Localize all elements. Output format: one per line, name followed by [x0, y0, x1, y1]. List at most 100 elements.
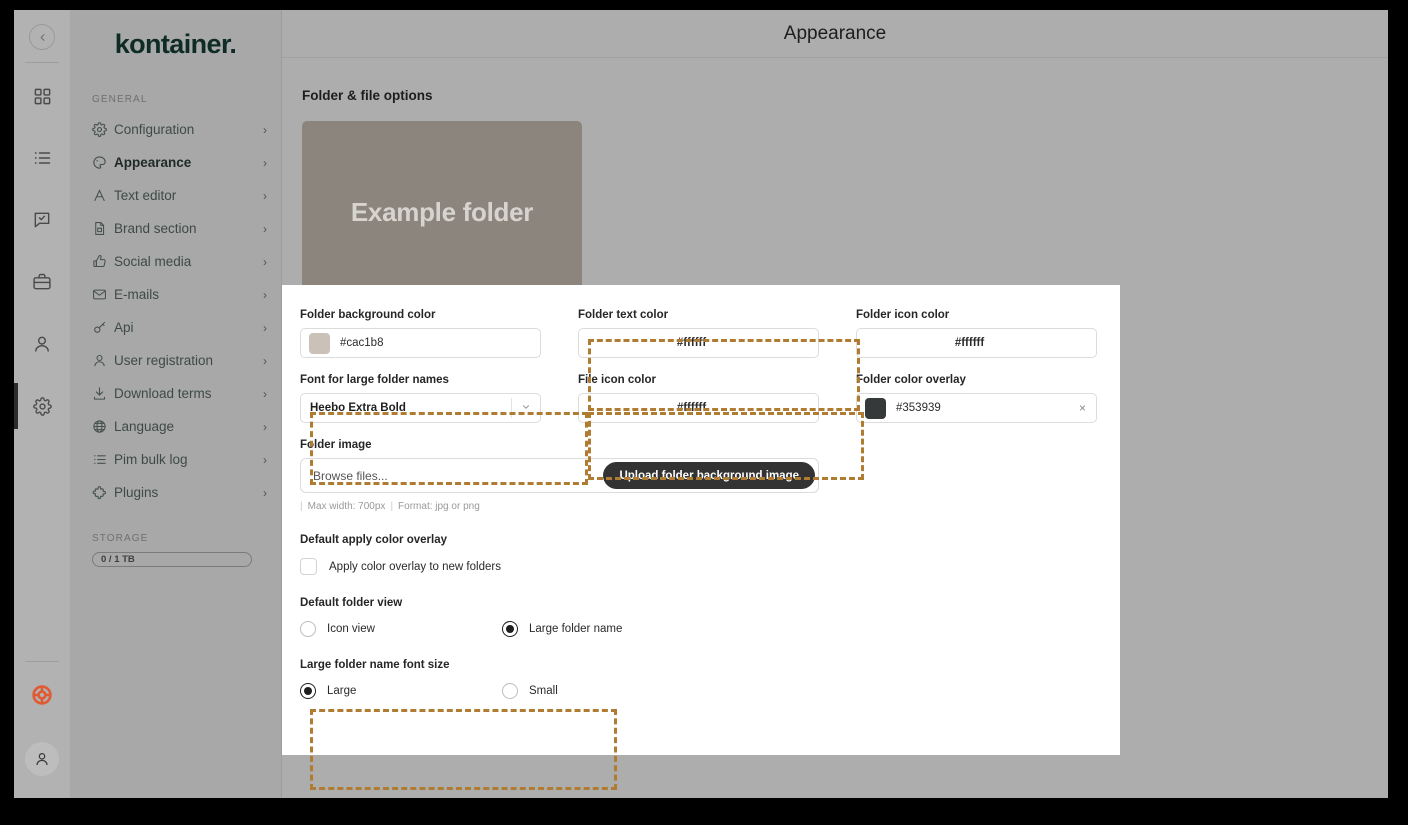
rail-item-help[interactable] [14, 664, 70, 726]
chat-check-icon [34, 212, 50, 228]
large-folder-name-font-size-options: Large Small [282, 671, 1120, 699]
sidebar-item-configuration[interactable]: Configuration › [70, 113, 281, 146]
sidebar-item-label: Brand section [114, 221, 197, 236]
storage-label: STORAGE [92, 533, 149, 544]
avatar[interactable] [25, 742, 59, 776]
rail-item-users[interactable] [14, 313, 70, 375]
sidebar-item-pim-bulk-log[interactable]: Pim bulk log › [70, 443, 281, 476]
lifebuoy-icon [32, 685, 52, 705]
sidebar-item-download-terms[interactable]: Download terms › [70, 377, 281, 410]
field-folder-text-color: Folder text color #ffffff [578, 309, 819, 374]
puzzle-icon [92, 485, 114, 501]
font-select[interactable]: Heebo Extra Bold [300, 393, 541, 423]
radio-label: Icon view [327, 623, 375, 635]
default-folder-view-title: Default folder view [300, 597, 403, 609]
section-title: Folder & file options [302, 88, 433, 103]
radio-label: Small [529, 685, 558, 697]
user-icon [92, 353, 114, 368]
nav-group-label: GENERAL [92, 94, 148, 105]
sidebar-item-appearance[interactable]: Appearance › [70, 146, 281, 179]
rail-item-settings[interactable] [14, 375, 70, 437]
chevron-right-icon: › [263, 188, 267, 203]
field-folder-image: Folder image Browse files... Upload fold… [282, 439, 1120, 512]
sidebar-item-emails[interactable]: E-mails › [70, 278, 281, 311]
file-icon-color-input[interactable]: #ffffff [578, 393, 819, 423]
folder-icon-color-input[interactable]: #ffffff [856, 328, 1097, 358]
field-label: Folder icon color [856, 309, 950, 321]
color-value: #cac1b8 [340, 337, 384, 349]
field-label: Folder color overlay [856, 374, 966, 386]
radio-option-icon-view[interactable]: Icon view [300, 621, 502, 637]
chevron-right-icon: › [263, 287, 267, 302]
browse-files-input[interactable]: Browse files... [313, 469, 603, 483]
file-hint: | Max width: 700px | Format: jpg or png [300, 501, 1102, 512]
color-value: #353939 [896, 402, 941, 414]
radio-option-large-folder-name[interactable]: Large folder name [502, 621, 704, 637]
chevron-right-icon: › [263, 155, 267, 170]
storage-block: STORAGE 0 / 1 TB [70, 509, 281, 567]
radio-icon[interactable] [300, 621, 316, 637]
folder-text-color-input[interactable]: #ffffff [578, 328, 819, 358]
color-swatch[interactable] [309, 332, 330, 354]
gear-icon [32, 396, 52, 416]
hint-max-width: Max width: 700px [307, 501, 386, 512]
field-folder-icon-color: Folder icon color #ffffff [856, 309, 1097, 374]
sidebar-item-label: Social media [114, 254, 192, 269]
collapse-sidebar-button[interactable] [29, 24, 55, 50]
field-label: File icon color [578, 374, 656, 386]
apply-color-overlay-checkbox-row[interactable]: Apply color overlay to new folders [282, 546, 1120, 575]
default-apply-color-overlay-title: Default apply color overlay [300, 534, 447, 546]
rail-item-portal[interactable] [14, 251, 70, 313]
hint-separator: | [390, 501, 394, 512]
storage-value: 0 / 1 TB [101, 554, 135, 565]
radio-option-large[interactable]: Large [300, 683, 502, 699]
sidebar-item-label: Download terms [114, 386, 212, 401]
chevron-right-icon: › [263, 221, 267, 236]
folder-background-color-input[interactable]: #cac1b8 [300, 328, 541, 358]
color-value: #ffffff [676, 402, 707, 414]
envelope-icon [92, 287, 114, 302]
default-folder-view-options: Icon view Large folder name [282, 609, 1120, 637]
user-icon [35, 336, 49, 352]
chevron-right-icon: › [263, 122, 267, 137]
sidebar-item-plugins[interactable]: Plugins › [70, 476, 281, 509]
storage-bar: 0 / 1 TB [92, 552, 252, 567]
sidebar-item-social-media[interactable]: Social media › [70, 245, 281, 278]
sidebar-item-api[interactable]: Api › [70, 311, 281, 344]
palette-icon [92, 155, 114, 170]
file-picker[interactable]: Browse files... Upload folder background… [300, 458, 819, 493]
sidebar-item-label: User registration [114, 353, 214, 368]
example-folder-preview: Example folder [302, 121, 582, 303]
apply-color-overlay-checkbox[interactable] [300, 558, 317, 575]
upload-folder-background-image-button[interactable]: Upload folder background image [603, 462, 815, 489]
chevron-down-icon[interactable] [512, 402, 540, 415]
radio-icon-selected[interactable] [300, 683, 316, 699]
sidebar-item-text-editor[interactable]: Text editor › [70, 179, 281, 212]
sidebar-item-label: Pim bulk log [114, 452, 188, 467]
folder-color-overlay-input[interactable]: #353939 × [856, 393, 1097, 423]
rail-divider-bottom [25, 661, 59, 662]
field-file-icon-color: File icon color #ffffff [578, 374, 819, 439]
folder-file-options-form: Folder background color #cac1b8 Folder t… [282, 285, 1120, 755]
sidebar-item-label: Language [114, 419, 175, 434]
chevron-right-icon: › [263, 485, 267, 500]
sidebar-item-language[interactable]: Language › [70, 410, 281, 443]
clear-icon[interactable]: × [1077, 401, 1088, 415]
brand-logo[interactable]: kontainer. [70, 10, 281, 78]
radio-option-small[interactable]: Small [502, 683, 704, 699]
checkbox-label: Apply color overlay to new folders [329, 560, 501, 573]
rail-item-dashboard[interactable] [14, 65, 70, 127]
radio-icon-selected[interactable] [502, 621, 518, 637]
sidebar-item-label: Plugins [114, 485, 159, 500]
content-scroll: Folder & file options Example folder Fol… [282, 58, 1388, 798]
color-value: #ffffff [954, 337, 985, 349]
field-label: Folder text color [578, 309, 669, 321]
radio-icon[interactable] [502, 683, 518, 699]
chevron-right-icon: › [263, 320, 267, 335]
sidebar-item-user-registration[interactable]: User registration › [70, 344, 281, 377]
sidebar-item-brand-section[interactable]: Brand section › [70, 212, 281, 245]
rail-item-lists[interactable] [14, 127, 70, 189]
rail-item-approvals[interactable] [14, 189, 70, 251]
color-swatch[interactable] [865, 397, 886, 419]
chevron-right-icon: › [263, 386, 267, 401]
